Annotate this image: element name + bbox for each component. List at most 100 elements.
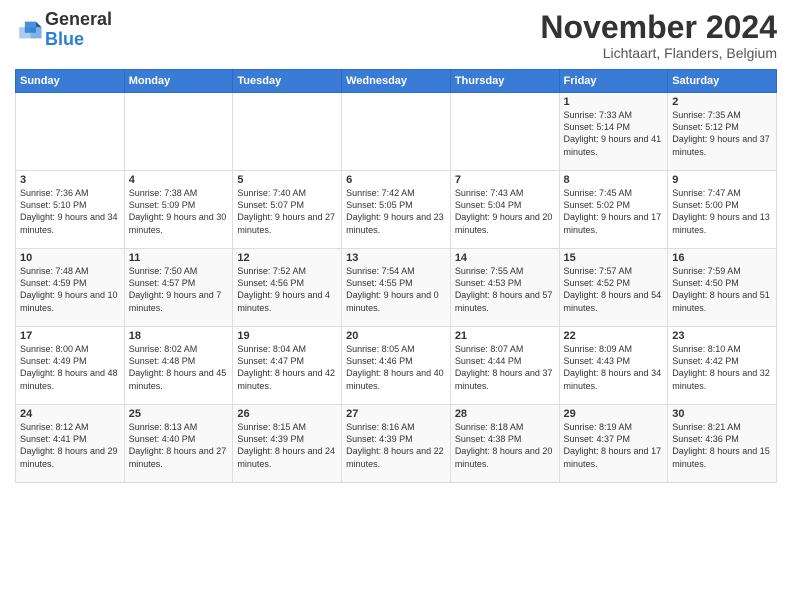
day-info: Sunrise: 7:35 AM Sunset: 5:12 PM Dayligh… [672,109,772,158]
day-info: Sunrise: 7:42 AM Sunset: 5:05 PM Dayligh… [346,187,446,236]
day-number: 8 [564,174,664,186]
day-number: 19 [237,330,337,342]
day-info: Sunrise: 7:38 AM Sunset: 5:09 PM Dayligh… [129,187,229,236]
day-number: 1 [564,96,664,108]
day-number: 5 [237,174,337,186]
calendar-cell [16,93,125,171]
day-number: 17 [20,330,120,342]
day-number: 7 [455,174,555,186]
header-row: SundayMondayTuesdayWednesdayThursdayFrid… [16,70,777,93]
day-number: 20 [346,330,446,342]
day-info: Sunrise: 8:19 AM Sunset: 4:37 PM Dayligh… [564,421,664,470]
calendar-cell: 17Sunrise: 8:00 AM Sunset: 4:49 PM Dayli… [16,327,125,405]
day-info: Sunrise: 7:33 AM Sunset: 5:14 PM Dayligh… [564,109,664,158]
logo-text: General Blue [45,10,112,50]
day-number: 9 [672,174,772,186]
day-info: Sunrise: 7:45 AM Sunset: 5:02 PM Dayligh… [564,187,664,236]
calendar-cell: 13Sunrise: 7:54 AM Sunset: 4:55 PM Dayli… [342,249,451,327]
header: General Blue November 2024 Lichtaart, Fl… [15,10,777,61]
day-number: 27 [346,408,446,420]
day-number: 22 [564,330,664,342]
day-number: 28 [455,408,555,420]
day-number: 15 [564,252,664,264]
day-number: 12 [237,252,337,264]
calendar-cell: 8Sunrise: 7:45 AM Sunset: 5:02 PM Daylig… [559,171,668,249]
day-number: 29 [564,408,664,420]
day-number: 11 [129,252,229,264]
calendar-cell: 15Sunrise: 7:57 AM Sunset: 4:52 PM Dayli… [559,249,668,327]
day-info: Sunrise: 8:16 AM Sunset: 4:39 PM Dayligh… [346,421,446,470]
calendar-cell: 9Sunrise: 7:47 AM Sunset: 5:00 PM Daylig… [668,171,777,249]
day-header-friday: Friday [559,70,668,93]
calendar-cell: 28Sunrise: 8:18 AM Sunset: 4:38 PM Dayli… [450,405,559,483]
day-info: Sunrise: 7:48 AM Sunset: 4:59 PM Dayligh… [20,265,120,314]
day-number: 4 [129,174,229,186]
logo-line1: General [45,10,112,30]
day-info: Sunrise: 8:02 AM Sunset: 4:48 PM Dayligh… [129,343,229,392]
calendar-cell: 4Sunrise: 7:38 AM Sunset: 5:09 PM Daylig… [124,171,233,249]
calendar-cell: 27Sunrise: 8:16 AM Sunset: 4:39 PM Dayli… [342,405,451,483]
day-info: Sunrise: 8:15 AM Sunset: 4:39 PM Dayligh… [237,421,337,470]
calendar-cell: 12Sunrise: 7:52 AM Sunset: 4:56 PM Dayli… [233,249,342,327]
calendar-table: SundayMondayTuesdayWednesdayThursdayFrid… [15,69,777,483]
day-info: Sunrise: 7:52 AM Sunset: 4:56 PM Dayligh… [237,265,337,314]
day-info: Sunrise: 7:43 AM Sunset: 5:04 PM Dayligh… [455,187,555,236]
calendar-cell: 23Sunrise: 8:10 AM Sunset: 4:42 PM Dayli… [668,327,777,405]
day-number: 14 [455,252,555,264]
day-header-monday: Monday [124,70,233,93]
month-title: November 2024 [540,10,777,45]
day-info: Sunrise: 7:54 AM Sunset: 4:55 PM Dayligh… [346,265,446,314]
calendar-cell: 5Sunrise: 7:40 AM Sunset: 5:07 PM Daylig… [233,171,342,249]
calendar-cell: 11Sunrise: 7:50 AM Sunset: 4:57 PM Dayli… [124,249,233,327]
day-info: Sunrise: 8:04 AM Sunset: 4:47 PM Dayligh… [237,343,337,392]
calendar-cell: 18Sunrise: 8:02 AM Sunset: 4:48 PM Dayli… [124,327,233,405]
calendar-cell [450,93,559,171]
day-number: 30 [672,408,772,420]
calendar-cell: 16Sunrise: 7:59 AM Sunset: 4:50 PM Dayli… [668,249,777,327]
day-info: Sunrise: 8:09 AM Sunset: 4:43 PM Dayligh… [564,343,664,392]
week-row-4: 17Sunrise: 8:00 AM Sunset: 4:49 PM Dayli… [16,327,777,405]
calendar-cell: 10Sunrise: 7:48 AM Sunset: 4:59 PM Dayli… [16,249,125,327]
day-info: Sunrise: 8:21 AM Sunset: 4:36 PM Dayligh… [672,421,772,470]
title-area: November 2024 Lichtaart, Flanders, Belgi… [540,10,777,61]
logo: General Blue [15,10,112,50]
day-header-thursday: Thursday [450,70,559,93]
calendar-cell [124,93,233,171]
day-info: Sunrise: 8:07 AM Sunset: 4:44 PM Dayligh… [455,343,555,392]
day-number: 21 [455,330,555,342]
day-info: Sunrise: 8:00 AM Sunset: 4:49 PM Dayligh… [20,343,120,392]
week-row-1: 1Sunrise: 7:33 AM Sunset: 5:14 PM Daylig… [16,93,777,171]
calendar-cell [233,93,342,171]
day-number: 23 [672,330,772,342]
calendar-cell: 26Sunrise: 8:15 AM Sunset: 4:39 PM Dayli… [233,405,342,483]
calendar-cell: 1Sunrise: 7:33 AM Sunset: 5:14 PM Daylig… [559,93,668,171]
day-info: Sunrise: 8:18 AM Sunset: 4:38 PM Dayligh… [455,421,555,470]
day-info: Sunrise: 8:12 AM Sunset: 4:41 PM Dayligh… [20,421,120,470]
day-number: 6 [346,174,446,186]
day-info: Sunrise: 8:05 AM Sunset: 4:46 PM Dayligh… [346,343,446,392]
calendar-cell: 30Sunrise: 8:21 AM Sunset: 4:36 PM Dayli… [668,405,777,483]
calendar-cell: 22Sunrise: 8:09 AM Sunset: 4:43 PM Dayli… [559,327,668,405]
week-row-3: 10Sunrise: 7:48 AM Sunset: 4:59 PM Dayli… [16,249,777,327]
week-row-5: 24Sunrise: 8:12 AM Sunset: 4:41 PM Dayli… [16,405,777,483]
day-number: 24 [20,408,120,420]
calendar-cell: 29Sunrise: 8:19 AM Sunset: 4:37 PM Dayli… [559,405,668,483]
day-number: 18 [129,330,229,342]
day-info: Sunrise: 7:55 AM Sunset: 4:53 PM Dayligh… [455,265,555,314]
page-container: General Blue November 2024 Lichtaart, Fl… [0,0,792,493]
day-header-sunday: Sunday [16,70,125,93]
logo-line2: Blue [45,30,112,50]
calendar-cell: 19Sunrise: 8:04 AM Sunset: 4:47 PM Dayli… [233,327,342,405]
day-info: Sunrise: 7:47 AM Sunset: 5:00 PM Dayligh… [672,187,772,236]
day-info: Sunrise: 8:13 AM Sunset: 4:40 PM Dayligh… [129,421,229,470]
day-info: Sunrise: 7:40 AM Sunset: 5:07 PM Dayligh… [237,187,337,236]
day-info: Sunrise: 7:59 AM Sunset: 4:50 PM Dayligh… [672,265,772,314]
calendar-cell: 6Sunrise: 7:42 AM Sunset: 5:05 PM Daylig… [342,171,451,249]
calendar-cell: 21Sunrise: 8:07 AM Sunset: 4:44 PM Dayli… [450,327,559,405]
day-info: Sunrise: 7:57 AM Sunset: 4:52 PM Dayligh… [564,265,664,314]
logo-icon [15,16,43,44]
calendar-cell: 7Sunrise: 7:43 AM Sunset: 5:04 PM Daylig… [450,171,559,249]
calendar-cell: 14Sunrise: 7:55 AM Sunset: 4:53 PM Dayli… [450,249,559,327]
day-number: 3 [20,174,120,186]
calendar-cell: 2Sunrise: 7:35 AM Sunset: 5:12 PM Daylig… [668,93,777,171]
